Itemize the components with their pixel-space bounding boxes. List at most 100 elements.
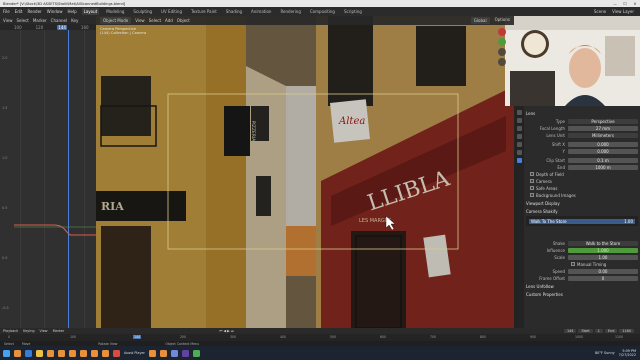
graph-playhead[interactable]: [68, 30, 69, 328]
type-dropdown[interactable]: Perspective: [568, 118, 638, 124]
timeline-ruler[interactable]: 0 100 144 200 300 400 500 600 700 800 90…: [0, 334, 640, 341]
viewport-menu-select[interactable]: Select: [149, 18, 161, 23]
axis-x-icon[interactable]: [498, 28, 506, 36]
menu-edit[interactable]: Edit: [15, 9, 23, 14]
manual-timing-toggle[interactable]: Manual Timing: [526, 261, 638, 267]
clock[interactable]: 5:09 PM 7/27/2022: [619, 349, 636, 357]
tab-rendering[interactable]: Rendering: [278, 8, 302, 15]
depth-of-field-toggle[interactable]: Depth of Field: [526, 171, 638, 177]
menu-help[interactable]: Help: [67, 9, 76, 14]
shake-list[interactable]: Walk To The Store 1.00: [526, 216, 638, 226]
mode-dropdown[interactable]: Object Mode: [100, 17, 132, 24]
close-button[interactable]: ✕: [630, 2, 640, 6]
safe-areas-toggle[interactable]: Safe Areas: [526, 185, 638, 191]
blender-instance-icon[interactable]: [91, 349, 98, 357]
tab-sculpting[interactable]: Sculpting: [131, 8, 154, 15]
play-controls-icon[interactable]: ⏮ ◀ ▶ ⏭: [219, 329, 234, 333]
zoom-icon[interactable]: [498, 48, 506, 56]
navigation-gizmo[interactable]: [494, 28, 510, 72]
lens-unit-dropdown[interactable]: Millimeters: [568, 132, 638, 138]
graph-menu-channel[interactable]: Channel: [51, 18, 67, 23]
3d-viewport[interactable]: RIA PIZZERIA Altea LLIBLA LES MARGES Obj…: [96, 16, 514, 328]
scale-field[interactable]: 1.00: [568, 254, 638, 260]
graph-editor[interactable]: View Select Marker Channel Key 100 120 1…: [0, 16, 96, 328]
graph-menu-select[interactable]: Select: [17, 18, 29, 23]
blender-instance-icon[interactable]: [148, 349, 156, 357]
tab-scripting[interactable]: Scripting: [342, 8, 364, 15]
properties-panel[interactable]: Lens Type Perspective Focal Length 27 mm L…: [514, 106, 640, 328]
tab-animation[interactable]: Animation: [249, 8, 273, 15]
weather-status[interactable]: 80°F Sunny: [595, 351, 615, 355]
browser-icon[interactable]: [25, 349, 32, 357]
timeline[interactable]: Playback Keying View Marker ⏮ ◀ ▶ ⏭ 144 …: [0, 328, 640, 341]
blender-instance-icon[interactable]: [102, 349, 109, 357]
output-tab-icon[interactable]: [516, 126, 522, 131]
checkbox[interactable]: [530, 172, 534, 176]
tab-texture-paint[interactable]: Texture Paint: [189, 8, 219, 15]
app-icon[interactable]: [192, 349, 200, 357]
graph-menu-marker[interactable]: Marker: [33, 18, 47, 23]
render-tab-icon[interactable]: [516, 118, 522, 123]
blender-instance-icon[interactable]: [159, 349, 167, 357]
section-viewport-display[interactable]: Viewport Display: [526, 201, 638, 206]
discord-icon[interactable]: [170, 349, 178, 357]
section-custom-properties[interactable]: Custom Properties: [526, 292, 638, 297]
tab-modeling[interactable]: Modeling: [104, 8, 126, 15]
checkbox[interactable]: [530, 193, 534, 197]
shift-y-field[interactable]: 0.000: [568, 148, 638, 154]
end-frame-field[interactable]: 1180: [619, 329, 634, 333]
object-tab-icon[interactable]: [516, 142, 522, 147]
maximize-button[interactable]: ☐: [620, 2, 630, 6]
view-layer-selector[interactable]: View Layer: [612, 9, 634, 14]
menu-window[interactable]: Window: [47, 9, 63, 14]
constraint-tab-icon[interactable]: [516, 150, 522, 155]
checkbox[interactable]: [571, 262, 575, 266]
checkbox[interactable]: [530, 186, 534, 190]
transform-orientation-dropdown[interactable]: Global: [470, 17, 490, 24]
timeline-menu-view[interactable]: View: [40, 329, 48, 333]
tab-layout[interactable]: Layout: [81, 8, 100, 15]
clip-end-field[interactable]: 1000 m: [568, 164, 638, 170]
tab-compositing[interactable]: Compositing: [308, 8, 337, 15]
scene-selector[interactable]: Scene: [594, 9, 606, 14]
section-camera-shakify[interactable]: Camera Shakify: [526, 209, 638, 214]
frame-offset-field[interactable]: 0: [568, 275, 638, 281]
scene-tab-icon[interactable]: [516, 134, 522, 139]
shake-dropdown[interactable]: Walk to the Store: [568, 240, 638, 246]
blender-instance-icon[interactable]: [80, 349, 87, 357]
shake-list-item[interactable]: Walk To The Store 1.00: [529, 218, 635, 224]
app-icon[interactable]: [181, 349, 189, 357]
influence-slider[interactable]: 1.000: [568, 247, 638, 253]
camera-toggle[interactable]: Camera: [526, 178, 638, 184]
player-label[interactable]: Avast Player: [124, 351, 145, 355]
background-images-toggle[interactable]: Background Images: [526, 192, 638, 198]
camera-data-tab-icon[interactable]: [516, 158, 522, 163]
section-lens[interactable]: Lens: [526, 111, 638, 116]
current-frame-field[interactable]: 144: [563, 329, 577, 333]
focal-length-field[interactable]: 27 mm: [568, 125, 638, 131]
viewport-menu-object[interactable]: Object: [177, 18, 190, 23]
tab-uv-editing[interactable]: UV Editing: [159, 8, 184, 15]
viewport-menu-view[interactable]: View: [135, 18, 145, 23]
timeline-menu-playback[interactable]: Playback: [3, 329, 18, 333]
graph-menu-view[interactable]: View: [3, 18, 13, 23]
shift-x-field[interactable]: 0.000: [568, 141, 638, 147]
viewport-options[interactable]: Options: [495, 17, 510, 24]
timeline-current-frame[interactable]: 144: [133, 335, 142, 339]
blender-instance-icon[interactable]: [47, 349, 54, 357]
start-icon[interactable]: [3, 349, 10, 357]
timeline-menu-marker[interactable]: Marker: [53, 329, 65, 333]
blender-icon[interactable]: [14, 349, 21, 357]
tool-tab-icon[interactable]: [516, 110, 522, 115]
pan-hand-icon[interactable]: [498, 58, 506, 66]
graph-frame-ruler[interactable]: 100 120 144 160: [0, 24, 96, 30]
section-lens-unfollow[interactable]: Lens Unfollow: [526, 284, 638, 289]
player-icon[interactable]: [113, 349, 120, 357]
timeline-menu-keying[interactable]: Keying: [23, 329, 34, 333]
folder-icon[interactable]: [36, 349, 43, 357]
clip-start-field[interactable]: 0.1 m: [568, 157, 638, 163]
minimize-button[interactable]: —: [610, 2, 620, 6]
viewport-menu-add[interactable]: Add: [165, 18, 173, 23]
fcurve[interactable]: [14, 221, 96, 241]
speed-field[interactable]: 0.00: [568, 268, 638, 274]
